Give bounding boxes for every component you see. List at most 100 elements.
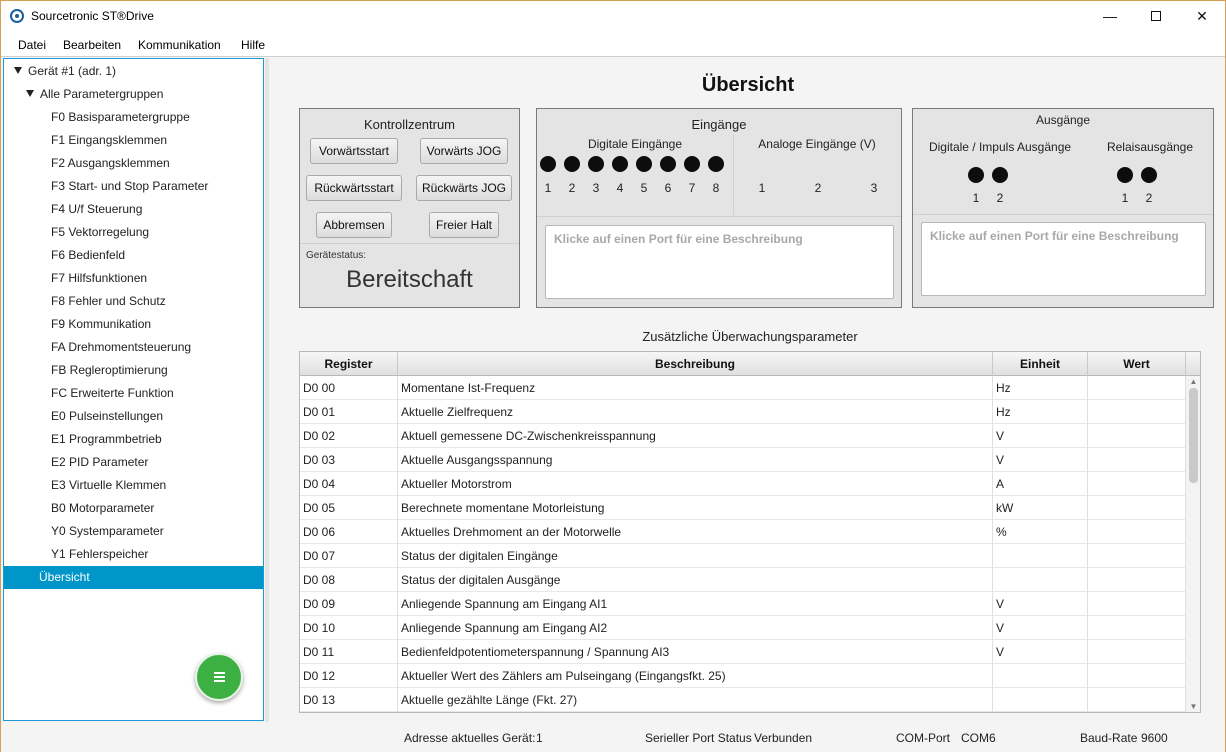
- scroll-up-icon[interactable]: ▲: [1186, 376, 1200, 388]
- analog-input-1-label[interactable]: 1: [756, 181, 768, 195]
- tree-item-f3[interactable]: F3 Start- und Stop Parameter: [4, 175, 263, 198]
- table-row[interactable]: D0 11 Bedienfeldpotentiometerspannung / S…: [300, 640, 1186, 664]
- tree-item-f0[interactable]: F0 Basisparametergruppe: [4, 106, 263, 129]
- column-header-unit[interactable]: Einheit: [993, 352, 1088, 376]
- tree-item-e2[interactable]: E2 PID Parameter: [4, 451, 263, 474]
- tree-item-fc[interactable]: FC Erweiterte Funktion: [4, 382, 263, 405]
- cell-unit: Hz: [993, 400, 1088, 424]
- table-row[interactable]: D0 06 Aktuelles Drehmoment an der Motorwe…: [300, 520, 1186, 544]
- cell-register: D0 12: [300, 664, 398, 688]
- tree-item-f5[interactable]: F5 Vektorregelung: [4, 221, 263, 244]
- table-row[interactable]: D0 05 Berechnete momentane Motorleistung k…: [300, 496, 1186, 520]
- column-header-register[interactable]: Register: [300, 352, 398, 376]
- digital-input-2-indicator[interactable]: [564, 156, 580, 172]
- menu-kommunikation[interactable]: Kommunikation: [138, 38, 221, 52]
- table-row[interactable]: D0 12 Aktueller Wert des Zählers am Pulse…: [300, 664, 1186, 688]
- tree-group-node[interactable]: Alle Parametergruppen: [4, 83, 263, 106]
- parameter-tree[interactable]: Gerät #1 (adr. 1) Alle Parametergruppen …: [3, 58, 264, 721]
- forward-start-button[interactable]: Vorwärtsstart: [310, 138, 398, 164]
- table-row[interactable]: D0 02 Aktuell gemessene DC-Zwischenkreiss…: [300, 424, 1186, 448]
- cell-register: D0 10: [300, 616, 398, 640]
- cell-value: [1088, 520, 1186, 544]
- tree-item-e1[interactable]: E1 Programmbetrieb: [4, 428, 263, 451]
- table-row[interactable]: D0 00 Momentane Ist-Frequenz Hz: [300, 376, 1186, 400]
- menu-icon-line: [214, 680, 225, 682]
- table-row[interactable]: D0 09 Anliegende Spannung am Eingang AI1 V: [300, 592, 1186, 616]
- digital-input-1-indicator[interactable]: [540, 156, 556, 172]
- tree-item-f2[interactable]: F2 Ausgangsklemmen: [4, 152, 263, 175]
- digital-input-5-indicator[interactable]: [636, 156, 652, 172]
- table-row[interactable]: D0 04 Aktueller Motorstrom A: [300, 472, 1186, 496]
- menu-datei[interactable]: Datei: [18, 38, 46, 52]
- scroll-thumb[interactable]: [1189, 388, 1198, 483]
- monitor-table[interactable]: Register Beschreibung Einheit Wert D0 00…: [299, 351, 1201, 713]
- analog-input-3-label[interactable]: 3: [868, 181, 880, 195]
- tree-item-e3[interactable]: E3 Virtuelle Klemmen: [4, 474, 263, 497]
- tree-item-f7[interactable]: F7 Hilfsfunktionen: [4, 267, 263, 290]
- relay-output-2-indicator[interactable]: [1141, 167, 1157, 183]
- column-header-value[interactable]: Wert: [1088, 352, 1186, 376]
- status-serial-label: Serieller Port Status: [645, 731, 752, 745]
- expand-arrow-icon[interactable]: [14, 67, 22, 75]
- tree-item-e0[interactable]: E0 Pulseinstellungen: [4, 405, 263, 428]
- tree-item-fa[interactable]: FA Drehmomentsteuerung: [4, 336, 263, 359]
- inputs-panel: Eingänge Digitale Eingänge Analoge Eingä…: [536, 108, 902, 308]
- table-row[interactable]: D0 13 Aktuelle gezählte Länge (Fkt. 27): [300, 688, 1186, 712]
- tree-item-f6[interactable]: F6 Bedienfeld: [4, 244, 263, 267]
- digital-input-4-indicator[interactable]: [612, 156, 628, 172]
- tree-item-y1[interactable]: Y1 Fehlerspeicher: [4, 543, 263, 566]
- tree-item-b0[interactable]: B0 Motorparameter: [4, 497, 263, 520]
- digital-input-3-indicator[interactable]: [588, 156, 604, 172]
- digital-output-1-indicator[interactable]: [968, 167, 984, 183]
- digital-input-7-label: 7: [688, 181, 696, 195]
- cell-description: Status der digitalen Ausgänge: [398, 568, 993, 592]
- tree-item-f9[interactable]: F9 Kommunikation: [4, 313, 263, 336]
- outputs-description-box: Klicke auf einen Port für eine Beschreib…: [921, 222, 1206, 296]
- maximize-button[interactable]: [1133, 1, 1179, 32]
- tree-device-node[interactable]: Gerät #1 (adr. 1): [4, 60, 263, 83]
- digital-input-6-indicator[interactable]: [660, 156, 676, 172]
- digital-input-7-indicator[interactable]: [684, 156, 700, 172]
- digital-output-2-indicator[interactable]: [992, 167, 1008, 183]
- table-row[interactable]: D0 07 Status der digitalen Eingänge: [300, 544, 1186, 568]
- reverse-start-button[interactable]: Rückwärtsstart: [306, 175, 402, 201]
- pane-splitter[interactable]: [265, 58, 269, 722]
- tree-item-f1[interactable]: F1 Eingangsklemmen: [4, 129, 263, 152]
- menu-fab-button[interactable]: [195, 653, 243, 701]
- table-row[interactable]: D0 08 Status der digitalen Ausgänge: [300, 568, 1186, 592]
- expand-arrow-icon[interactable]: [26, 90, 34, 98]
- menu-hilfe[interactable]: Hilfe: [241, 38, 265, 52]
- table-row[interactable]: D0 10 Anliegende Spannung am Eingang AI2 V: [300, 616, 1186, 640]
- scroll-down-icon[interactable]: ▼: [1186, 701, 1200, 712]
- status-baud-value: 9600: [1141, 731, 1168, 745]
- app-logo-icon: [10, 9, 24, 23]
- control-center-panel: Kontrollzentrum Vorwärtsstart Vorwärts J…: [299, 108, 520, 308]
- column-header-description[interactable]: Beschreibung: [398, 352, 993, 376]
- digital-input-8-indicator[interactable]: [708, 156, 724, 172]
- close-button[interactable]: ✕: [1179, 1, 1225, 32]
- tree-item-fb[interactable]: FB Regleroptimierung: [4, 359, 263, 382]
- digital-input-3-label: 3: [592, 181, 600, 195]
- reverse-jog-button[interactable]: Rückwärts JOG: [416, 175, 512, 201]
- brake-button[interactable]: Abbremsen: [316, 212, 392, 238]
- minimize-button[interactable]: —: [1087, 1, 1133, 32]
- free-stop-button[interactable]: Freier Halt: [429, 212, 499, 238]
- cell-value: [1088, 688, 1186, 712]
- cell-value: [1088, 568, 1186, 592]
- title-bar: Sourcetronic ST®Drive — ✕: [1, 1, 1225, 32]
- analog-inputs-label: Analoge Eingänge (V): [758, 137, 876, 151]
- tree-item-y0[interactable]: Y0 Systemparameter: [4, 520, 263, 543]
- digital-input-5-label: 5: [640, 181, 648, 195]
- relay-output-1-indicator[interactable]: [1117, 167, 1133, 183]
- cell-value: [1088, 376, 1186, 400]
- tree-item-f4[interactable]: F4 U/f Steuerung: [4, 198, 263, 221]
- table-row[interactable]: D0 01 Aktuelle Zielfrequenz Hz: [300, 400, 1186, 424]
- analog-input-2-label[interactable]: 2: [812, 181, 824, 195]
- tree-item-f8[interactable]: F8 Fehler und Schutz: [4, 290, 263, 313]
- menu-bearbeiten[interactable]: Bearbeiten: [63, 38, 121, 52]
- relay-outputs-label: Relaisausgänge: [1106, 140, 1194, 154]
- table-scrollbar[interactable]: ▲ ▼: [1185, 376, 1200, 712]
- forward-jog-button[interactable]: Vorwärts JOG: [420, 138, 508, 164]
- tree-item-uebersicht[interactable]: Übersicht: [4, 566, 263, 589]
- table-row[interactable]: D0 03 Aktuelle Ausgangsspannung V: [300, 448, 1186, 472]
